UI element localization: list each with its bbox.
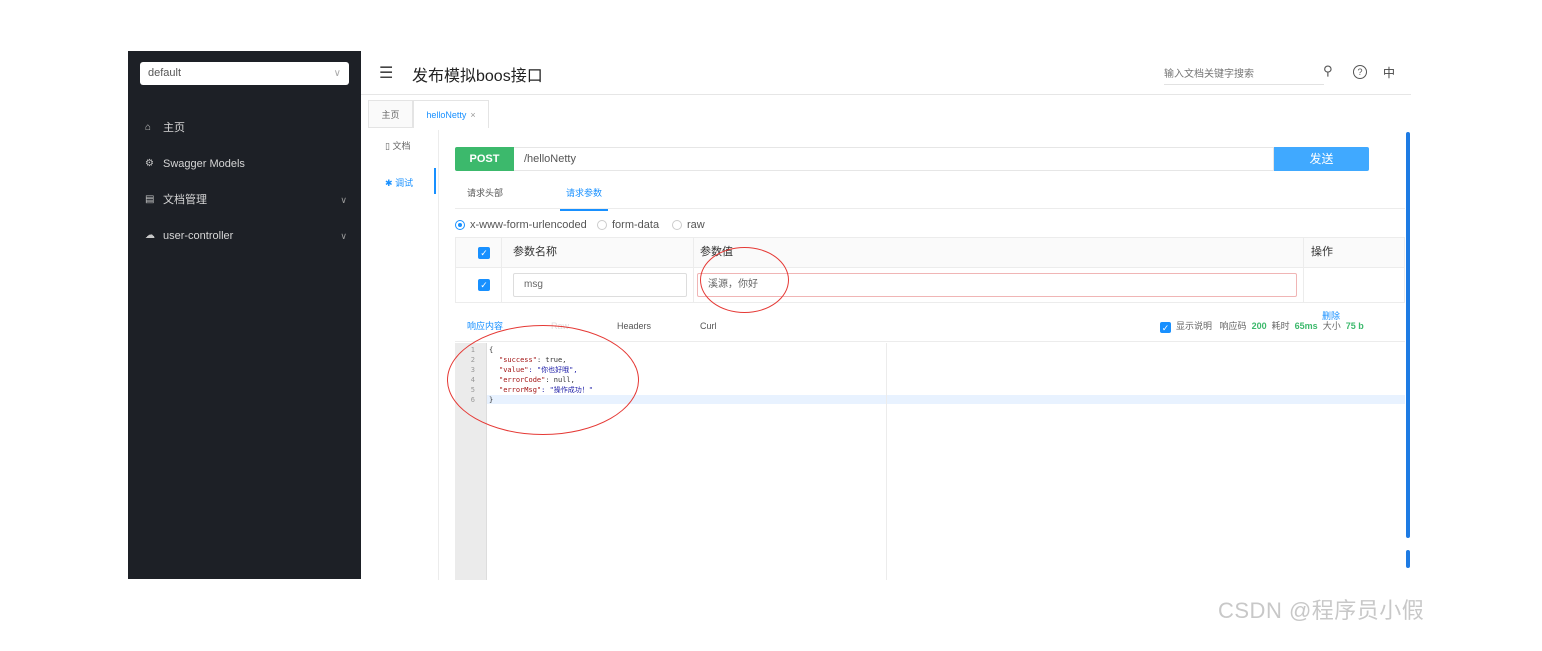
sidebar-item-label: 文档管理 — [163, 194, 207, 206]
sidebar-item-user-controller[interactable]: ☁ user-controller ∨ — [128, 224, 361, 248]
document-icon: ▯ — [385, 141, 390, 151]
tab-label: helloNetty — [426, 110, 467, 120]
tab-hellonetty[interactable]: helloNetty × — [413, 100, 489, 128]
url-input[interactable]: /helloNetty — [514, 147, 1274, 171]
annotation-ring — [447, 325, 639, 435]
sidebar-item-swagger-models[interactable]: ⚙ Swagger Models — [128, 152, 361, 176]
column-header: 参数名称 — [513, 246, 557, 258]
radio-label: form-data — [612, 219, 660, 231]
response-time: 65ms — [1294, 321, 1318, 331]
home-icon: ⌂ — [145, 122, 152, 133]
sidebar-item-home[interactable]: ⌂ 主页 — [128, 116, 361, 140]
response-meta: ✓ 显示说明 响应码 200 耗时 65ms 大小 75 b — [1160, 320, 1364, 333]
group-select-value: default — [148, 67, 182, 79]
menu-toggle-icon[interactable]: ☰ — [379, 63, 393, 83]
status-code: 200 — [1251, 321, 1267, 331]
radio-urlencoded[interactable]: x-www-form-urlencoded — [455, 218, 587, 232]
radio-checked-icon — [455, 220, 465, 230]
close-icon[interactable]: × — [470, 110, 475, 120]
http-method-badge: POST — [455, 147, 514, 171]
scrollbar-thumb[interactable] — [1406, 550, 1410, 568]
radio-form-data[interactable]: form-data — [597, 218, 659, 232]
document-manage-icon: ▤ — [145, 194, 155, 205]
chevron-down-icon: ∨ — [333, 68, 341, 79]
sidebar-item-label: user-controller — [163, 230, 234, 242]
search-input[interactable] — [1164, 64, 1324, 85]
top-header: ☰ 发布模拟boos接口 ⚲ ? 中 — [361, 51, 1411, 95]
debug-icon: ✱ — [385, 178, 393, 188]
sidebar-item-label: 主页 — [163, 122, 185, 134]
editor-split — [886, 343, 887, 580]
radio-raw[interactable]: raw — [672, 218, 705, 232]
page-title: 发布模拟boos接口 — [412, 68, 543, 85]
radio-unchecked-icon — [597, 220, 607, 230]
sidebar-item-document-manage[interactable]: ▤ 文档管理 ∨ — [128, 188, 361, 212]
sidebar-item-label: Swagger Models — [163, 158, 245, 170]
annotation-ring — [700, 247, 789, 313]
column-header: 操作 — [1311, 246, 1333, 258]
chevron-down-icon: ∨ — [340, 231, 347, 241]
chevron-down-icon: ∨ — [340, 195, 347, 205]
param-name-input[interactable]: msg — [513, 273, 687, 297]
table-row: ✓ msg 溪源，你好 删除 — [456, 268, 1404, 321]
tab-home[interactable]: 主页 — [368, 100, 413, 128]
divider — [455, 208, 1405, 209]
show-desc-checkbox[interactable]: ✓ — [1160, 322, 1171, 333]
sidebar: default ∨ ⌂ 主页 ⚙ Swagger Models ▤ 文档管理 ∨… — [128, 51, 361, 579]
tab-request-params[interactable]: 请求参数 — [560, 183, 609, 211]
response-size: 75 b — [1345, 321, 1364, 331]
tab-response-headers[interactable]: Headers — [617, 320, 651, 342]
language-toggle[interactable]: 中 — [1383, 64, 1395, 81]
send-button[interactable]: 发送 — [1274, 147, 1369, 171]
tab-response-curl[interactable]: Curl — [700, 320, 717, 342]
subnav-label: 调试 — [395, 178, 414, 188]
radio-label: raw — [687, 219, 705, 231]
search-icon[interactable]: ⚲ — [1323, 63, 1333, 79]
status-label: 响应码 — [1219, 321, 1247, 331]
radio-unchecked-icon — [672, 220, 682, 230]
radio-label: x-www-form-urlencoded — [470, 219, 587, 231]
group-select[interactable]: default ∨ — [140, 62, 349, 85]
params-table: ✓ 参数名称 参数值 操作 ✓ msg 溪源，你好 删除 — [455, 237, 1405, 321]
tab-label: 主页 — [381, 110, 400, 120]
subnav-active-indicator — [434, 168, 436, 194]
size-label: 大小 — [1322, 321, 1341, 331]
scrollbar-thumb[interactable] — [1406, 132, 1410, 538]
subnav-divider — [438, 130, 439, 580]
row-checkbox[interactable]: ✓ — [478, 279, 490, 291]
help-icon[interactable]: ? — [1353, 65, 1367, 79]
tab-request-headers[interactable]: 请求头部 — [467, 183, 503, 209]
subnav-debug[interactable]: ✱ 调试 — [385, 176, 413, 189]
show-desc-label: 显示说明 — [1176, 321, 1213, 331]
subnav-doc[interactable]: ▯ 文档 — [385, 139, 410, 152]
models-icon: ⚙ — [145, 158, 154, 169]
select-all-checkbox[interactable]: ✓ — [478, 247, 490, 259]
controller-icon: ☁ — [145, 230, 155, 241]
tab-bar: 主页 helloNetty × — [368, 100, 1411, 128]
watermark: CSDN @程序员小假 — [1218, 598, 1425, 623]
subnav-label: 文档 — [392, 141, 411, 151]
params-table-header: ✓ 参数名称 参数值 操作 — [456, 238, 1404, 268]
time-label: 耗时 — [1271, 321, 1290, 331]
